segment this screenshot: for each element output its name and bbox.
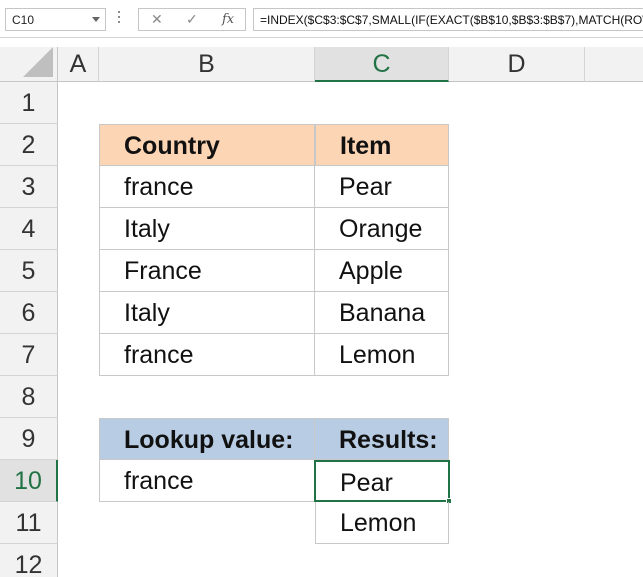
results-label[interactable]: Results:: [315, 418, 449, 460]
lookup-value-label[interactable]: Lookup value:: [99, 418, 315, 460]
row-header-12[interactable]: 12: [0, 544, 58, 577]
cancel-icon[interactable]: ✕: [151, 11, 163, 28]
row-header-10[interactable]: 10: [0, 460, 58, 502]
row-header-6[interactable]: 6: [0, 292, 58, 334]
table-cell-country[interactable]: Italy: [99, 208, 315, 250]
column-header-b[interactable]: B: [99, 47, 315, 82]
table-cell-country[interactable]: France: [99, 250, 315, 292]
column-header-e[interactable]: [585, 47, 643, 82]
select-all-button[interactable]: [0, 47, 58, 82]
column-header-a[interactable]: A: [58, 47, 99, 82]
enter-icon[interactable]: ✓: [186, 11, 198, 28]
table-header-item[interactable]: Item: [315, 124, 449, 166]
table-cell-country[interactable]: Italy: [99, 292, 315, 334]
row-header-11[interactable]: 11: [0, 502, 58, 544]
result-cell[interactable]: Lemon: [315, 502, 449, 544]
insert-function-icon[interactable]: fx: [222, 12, 234, 27]
table-cell-item[interactable]: Orange: [315, 208, 449, 250]
table-cell-item[interactable]: Apple: [315, 250, 449, 292]
row-header-2[interactable]: 2: [0, 124, 58, 166]
lookup-value-cell[interactable]: france: [99, 460, 315, 502]
chevron-down-icon[interactable]: [92, 17, 100, 22]
column-header-c[interactable]: C: [315, 47, 449, 82]
formula-input[interactable]: =INDEX($C$3:$C$7,SMALL(IF(EXACT($B$10,$B…: [253, 8, 643, 31]
name-box-value: C10: [12, 13, 35, 27]
table-cell-country[interactable]: france: [99, 166, 315, 208]
result-cell-selected[interactable]: Pear: [314, 460, 450, 502]
select-all-triangle-icon: [23, 47, 53, 77]
table-cell-item[interactable]: Pear: [315, 166, 449, 208]
row-header-3[interactable]: 3: [0, 166, 58, 208]
table-cell-item[interactable]: Banana: [315, 292, 449, 334]
row-header-4[interactable]: 4: [0, 208, 58, 250]
formula-bar: C10 ✕ ✓ fx =INDEX($C$3:$C$7,SMALL(IF(EXA…: [0, 0, 643, 38]
formula-buttons: ✕ ✓ fx: [138, 8, 246, 31]
name-box[interactable]: C10: [5, 8, 106, 31]
column-header-d[interactable]: D: [449, 47, 585, 82]
row-header-1[interactable]: 1: [0, 82, 58, 124]
row-header-9[interactable]: 9: [0, 418, 58, 460]
row-header-7[interactable]: 7: [0, 334, 58, 376]
table-header-country[interactable]: Country: [99, 124, 315, 166]
table-cell-country[interactable]: france: [99, 334, 315, 376]
row-header-8[interactable]: 8: [0, 376, 58, 418]
row-header-5[interactable]: 5: [0, 250, 58, 292]
table-cell-item[interactable]: Lemon: [315, 334, 449, 376]
drag-handle-icon[interactable]: [118, 11, 121, 27]
